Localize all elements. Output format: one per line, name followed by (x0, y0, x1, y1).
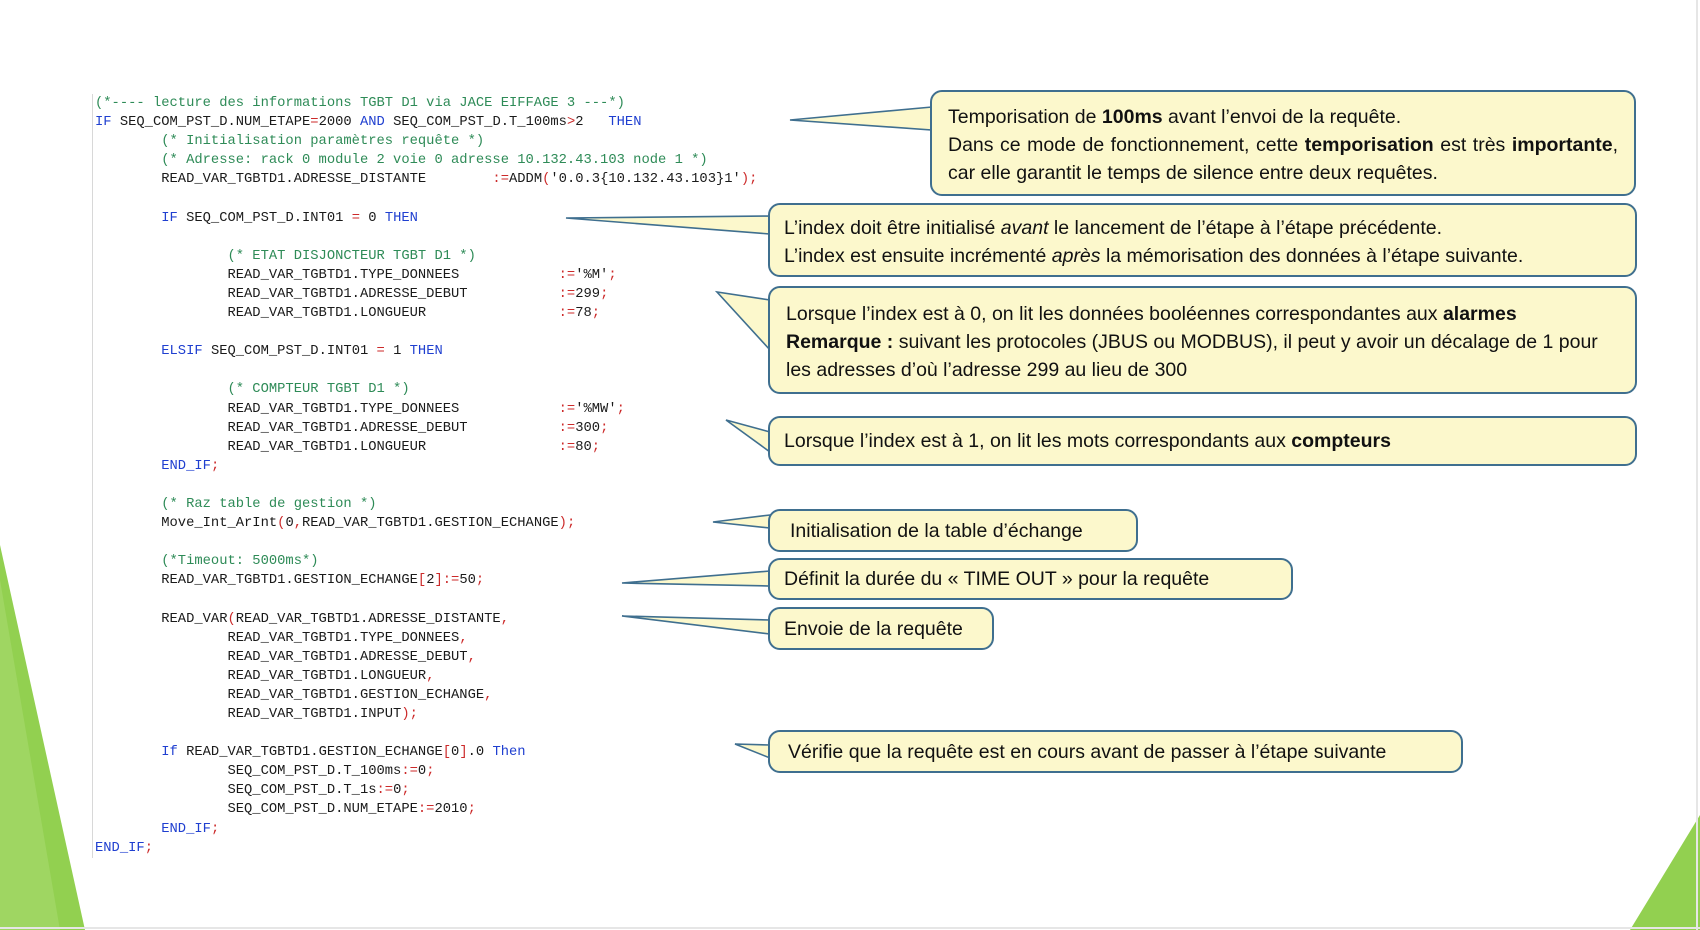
callout-index: L’index doit être initialisé avant le la… (768, 203, 1637, 277)
callout-index-one: Lorsque l’index est à 1, on lit les mots… (768, 416, 1637, 466)
callout-index-one-line1: Lorsque l’index est à 1, on lit les mots… (784, 430, 1391, 452)
pointer-timeout (621, 570, 771, 587)
callout-index-line2: L’index est ensuite incrémenté après la … (784, 245, 1524, 267)
pointer-index1 (725, 419, 771, 454)
callout-temporisation-line1: Temporisation de 100ms avant l’envoi de … (948, 106, 1402, 128)
callout-index-zero-line1: Lorsque l’index est à 0, on lit les donn… (786, 303, 1517, 325)
pointer-verify (734, 743, 771, 760)
callout-init-table-text: Initialisation de la table d’échange (790, 520, 1083, 542)
callout-temporisation: Temporisation de 100ms avant l’envoi de … (930, 90, 1636, 196)
callout-verify-text: Vérifie que la requête est en cours avan… (788, 741, 1387, 763)
callout-verify: Vérifie que la requête est en cours avan… (768, 730, 1463, 773)
callout-index-line1: L’index doit être initialisé avant le la… (784, 217, 1443, 239)
callout-init-table: Initialisation de la table d’échange (768, 509, 1138, 552)
callout-temporisation-line2: Dans ce mode de fonctionnement, cette te… (948, 134, 1619, 184)
callout-index-zero-line2: Remarque : suivant les protocoles (JBUS … (786, 331, 1598, 381)
pointer-send (621, 615, 771, 635)
pointer-index (565, 215, 771, 235)
pointer-tempo (789, 106, 933, 131)
pointer-index0 (714, 290, 771, 353)
callout-send-text: Envoie de la requête (784, 618, 963, 640)
callout-index-zero: Lorsque l’index est à 0, on lit les donn… (768, 286, 1637, 394)
callout-timeout: Définit la durée du « TIME OUT » pour la… (768, 558, 1293, 600)
pointer-init-table (712, 514, 771, 529)
callout-timeout-text: Définit la durée du « TIME OUT » pour la… (784, 568, 1210, 590)
callout-send: Envoie de la requête (768, 607, 994, 650)
